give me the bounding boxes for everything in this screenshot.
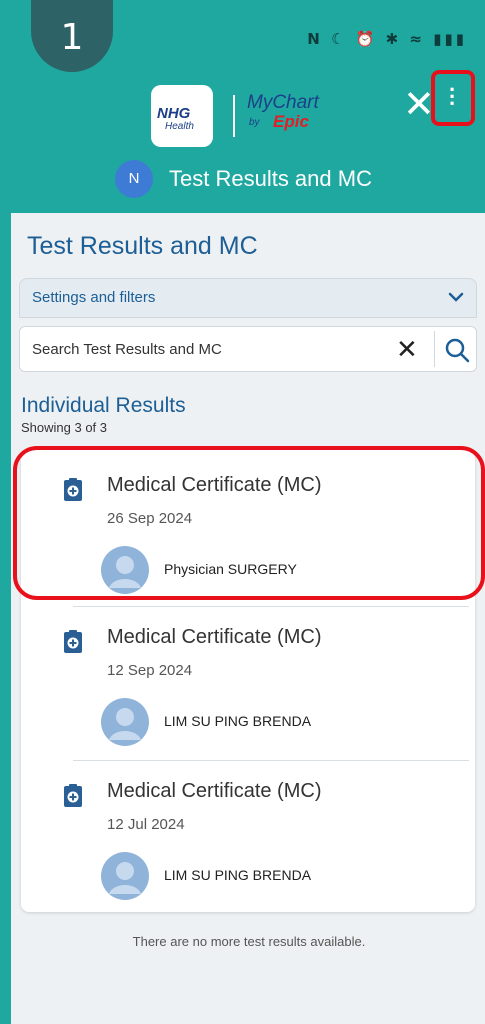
user-avatar[interactable]: N bbox=[115, 160, 153, 198]
result-title: Medical Certificate (MC) bbox=[107, 626, 322, 648]
clipboard-plus-icon bbox=[64, 784, 82, 807]
result-provider: LIM SU PING BRENDA bbox=[164, 867, 312, 883]
search-icon[interactable] bbox=[444, 337, 470, 363]
search-separator bbox=[434, 331, 435, 367]
logo-secondary: Health bbox=[165, 121, 194, 132]
result-provider: LIM SU PING BRENDA bbox=[164, 713, 312, 729]
app-frame: N ☾ ⏰ ✱ ≈ ▮▮▮ NHG Health MyChart by Epic… bbox=[0, 0, 485, 1024]
results-list: Medical Certificate (MC) 26 Sep 2024 Phy… bbox=[21, 450, 475, 912]
search-bar: ✕ bbox=[19, 326, 477, 372]
provider-avatar-icon bbox=[101, 546, 149, 594]
result-date: 26 Sep 2024 bbox=[107, 510, 193, 527]
result-item[interactable]: Medical Certificate (MC) 12 Sep 2024 LIM… bbox=[21, 602, 475, 752]
result-title: Medical Certificate (MC) bbox=[107, 780, 322, 802]
more-vertical-icon: · · · bbox=[449, 77, 457, 116]
status-icons: N ☾ ⏰ ✱ ≈ ▮▮▮ bbox=[307, 30, 467, 48]
provider-avatar-icon bbox=[101, 698, 149, 746]
chevron-down-icon bbox=[448, 292, 464, 302]
nhg-logo: NHG Health bbox=[151, 85, 213, 147]
filters-label: Settings and filters bbox=[32, 289, 156, 306]
mychart-logo: MyChart bbox=[247, 92, 319, 113]
epic-logo: Epic bbox=[273, 112, 309, 131]
results-count: Showing 3 of 3 bbox=[21, 420, 108, 435]
logo-divider bbox=[233, 95, 235, 137]
result-item[interactable]: Medical Certificate (MC) 26 Sep 2024 Phy… bbox=[21, 450, 475, 600]
no-more-results-message: There are no more test results available… bbox=[132, 934, 366, 949]
result-item[interactable]: Medical Certificate (MC) 12 Jul 2024 LIM… bbox=[21, 756, 475, 906]
result-date: 12 Sep 2024 bbox=[107, 662, 193, 679]
phone-screen: N ☾ ⏰ ✱ ≈ ▮▮▮ NHG Health MyChart by Epic… bbox=[9, 0, 485, 1024]
settings-filters-toggle[interactable]: Settings and filters bbox=[19, 278, 477, 318]
search-input[interactable] bbox=[20, 327, 390, 371]
clipboard-plus-icon bbox=[64, 478, 82, 501]
result-title: Medical Certificate (MC) bbox=[107, 474, 322, 496]
clear-search-icon[interactable]: ✕ bbox=[396, 335, 418, 365]
page-title: Test Results and MC bbox=[27, 232, 258, 260]
header-title: Test Results and MC bbox=[169, 166, 372, 191]
logo-primary: NHG bbox=[157, 105, 191, 122]
clipboard-plus-icon bbox=[64, 630, 82, 653]
provider-avatar-icon bbox=[101, 852, 149, 900]
more-menu-button[interactable]: · · · bbox=[431, 70, 475, 126]
app-header: NHG Health MyChart by Epic ✕ · · · N Test … bbox=[11, 70, 485, 213]
result-date: 12 Jul 2024 bbox=[107, 816, 185, 833]
section-title: Individual Results bbox=[21, 394, 186, 417]
result-provider: Physician SURGERY bbox=[164, 561, 297, 577]
mychart-by: by bbox=[249, 117, 260, 128]
